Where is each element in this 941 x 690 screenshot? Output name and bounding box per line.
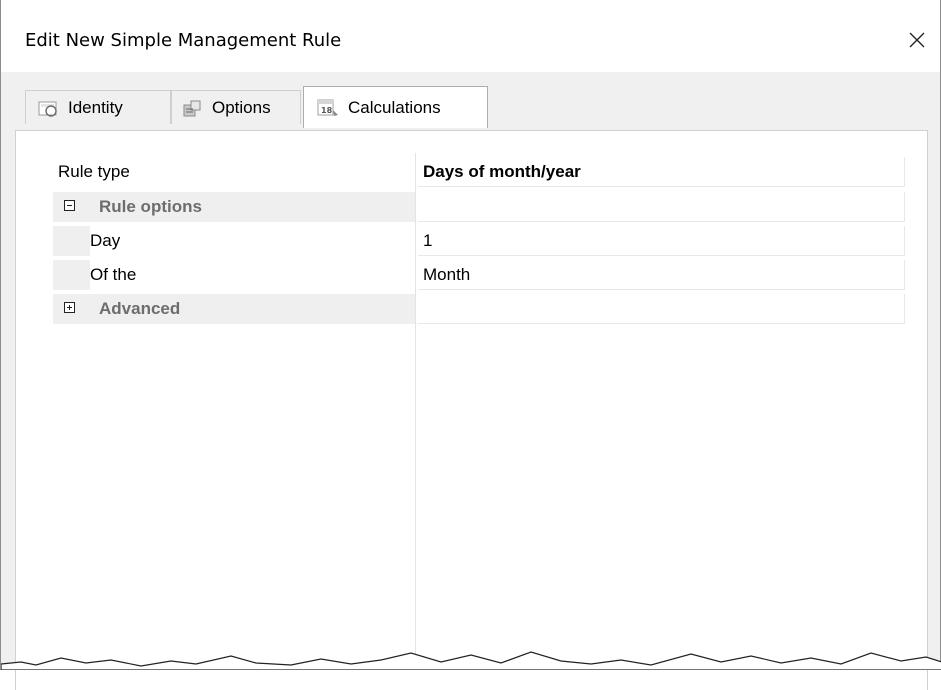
title-bar: Edit New Simple Management Rule [1,0,940,72]
tab-calculations[interactable]: 18 Calculations [303,86,488,128]
category-gutter [53,294,90,324]
identity-icon [38,99,60,117]
property-name: Of the [90,265,137,284]
category-name: Advanced [53,294,415,324]
tab-options[interactable]: Options [171,90,301,124]
dialog-window: Edit New Simple Management Rule Identity [0,0,941,690]
tab-calculations-label: Calculations [348,97,441,117]
tab-identity-label: Identity [68,97,123,117]
expand-icon[interactable] [64,302,75,313]
calendar-icon: 18 [316,98,340,118]
torn-edge-decoration [1,651,941,670]
property-value[interactable]: Month [418,260,905,290]
property-name: Day [90,231,121,250]
options-icon [182,99,204,117]
collapse-icon[interactable] [64,200,75,211]
close-icon [909,32,925,48]
svg-text:18: 18 [321,106,333,115]
category-row-advanced[interactable]: Advanced [53,294,906,324]
property-name: Rule type [58,162,130,181]
category-gutter [53,192,90,222]
property-row-day[interactable]: Day 1 [53,226,906,256]
tab-identity[interactable]: Identity [25,90,171,124]
property-value[interactable]: Days of month/year [418,157,905,187]
close-button[interactable] [894,18,940,62]
category-name: Rule options [53,192,415,222]
category-value [418,294,905,324]
window-title: Edit New Simple Management Rule [25,30,342,51]
category-row-rule-options[interactable]: Rule options [53,192,906,222]
tab-options-label: Options [212,97,271,117]
category-value [418,192,905,222]
property-row-rule-type[interactable]: Rule type Days of month/year [53,157,906,187]
property-value[interactable]: 1 [418,226,905,256]
property-row-of-the[interactable]: Of the Month [53,260,906,290]
